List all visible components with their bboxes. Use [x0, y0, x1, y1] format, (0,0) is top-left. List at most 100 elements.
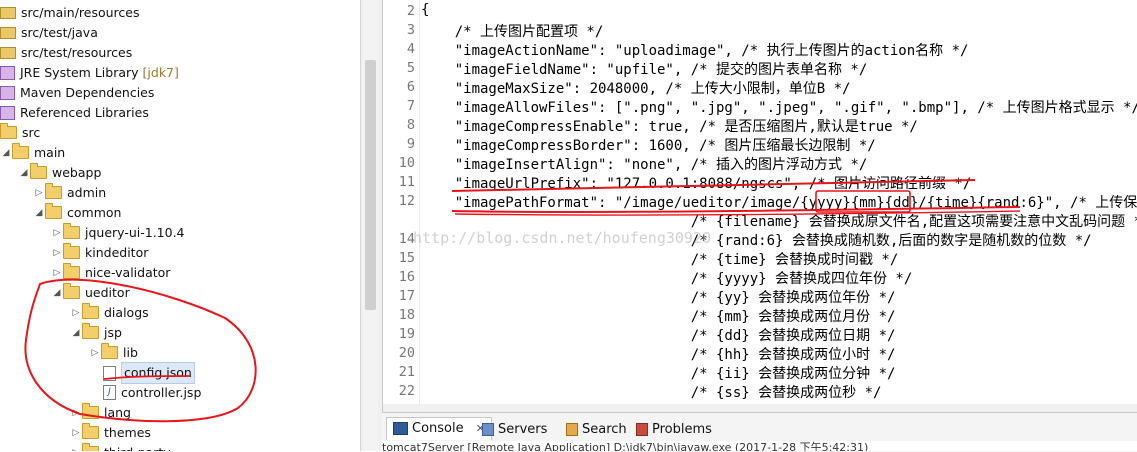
expanded-chevron-icon[interactable]: ◢: [18, 163, 30, 183]
code-line[interactable]: "imageUrlPrefix": "127.0.0.1:8088/ngscs"…: [421, 173, 972, 193]
line-number: 9: [406, 136, 415, 152]
line-number: 10: [398, 155, 415, 171]
code-line[interactable]: "imageCompressEnable": true, /* 是否压缩图片,默…: [421, 116, 918, 136]
line-number: 8: [406, 117, 415, 133]
tree-item-config-json[interactable]: config.json: [103, 362, 195, 384]
expanded-chevron-icon[interactable]: ◢: [0, 143, 12, 163]
code-line[interactable]: {: [421, 2, 429, 18]
tree-item-ueditor[interactable]: ◢ ueditor: [51, 282, 130, 302]
tab-servers[interactable]: Servers: [482, 419, 547, 441]
code-line[interactable]: "imageInsertAlign": "none", /* 插入的图片浮动方式…: [421, 154, 868, 174]
tree-item-admin[interactable]: ▷ admin: [33, 182, 106, 202]
library-icon: [0, 105, 15, 120]
code-line[interactable]: /* {filename} 会替换成原文件名,配置这项需要注意中文乱码问题 */: [421, 211, 1137, 231]
tree-item-dialogs[interactable]: ▷ dialogs: [70, 302, 149, 322]
collapsed-chevron-icon[interactable]: ▷: [51, 223, 63, 243]
expanded-chevron-icon[interactable]: ◢: [51, 283, 63, 303]
collapsed-chevron-icon[interactable]: ▷: [51, 243, 63, 263]
collapsed-chevron-icon[interactable]: ▷: [70, 423, 82, 443]
folder-icon: [63, 243, 80, 259]
folder-icon: [63, 283, 80, 299]
collapsed-chevron-icon[interactable]: ▷: [70, 443, 82, 452]
folder-icon: [82, 403, 99, 419]
editor-horizontal-scrollbar[interactable]: [383, 404, 1137, 412]
tree-item-src-test-java[interactable]: src/test/java: [0, 22, 98, 42]
folder-icon: [63, 263, 80, 279]
line-number: 16: [398, 269, 415, 285]
collapsed-chevron-icon[interactable]: ▷: [89, 343, 101, 363]
code-line[interactable]: /* {yy} 会替换成两位年份 */: [421, 287, 896, 307]
line-number: 21: [398, 364, 415, 380]
code-line[interactable]: /* {time} 会替换成时间戳 */: [421, 249, 899, 269]
collapsed-chevron-icon[interactable]: ▷: [51, 263, 63, 283]
jsp-file-icon: J: [103, 385, 116, 400]
expanded-chevron-icon[interactable]: ◢: [33, 203, 45, 223]
tree-item-nice-validator[interactable]: ▷ nice-validator: [51, 262, 170, 282]
line-number: 11: [398, 174, 415, 190]
expanded-chevron-icon[interactable]: ◢: [70, 323, 82, 343]
package-folder-icon: [0, 26, 16, 39]
console-status-line: tomcat7Server [Remote Java Application] …: [382, 441, 1137, 451]
project-explorer-tree: src/main/resources src/test/java src/tes…: [0, 0, 360, 451]
code-editor[interactable]: 2 3 4 5 6 7 8 9 10 11 12 14 15 16 17 18 19 20 21 22 { /* 上传…: [382, 0, 1137, 412]
code-line[interactable]: "imageCompressBorder": 1600, /* 图片压缩最长边限…: [421, 135, 876, 155]
problems-icon: [636, 423, 648, 436]
collapsed-chevron-icon[interactable]: ▷: [70, 403, 82, 423]
tree-item-jsp[interactable]: ◢ jsp: [70, 322, 122, 342]
line-number: 19: [398, 326, 415, 342]
code-line[interactable]: /* {yyyy} 会替换成四位年份 */: [421, 268, 913, 288]
code-line[interactable]: /* {hh} 会替换成两位小时 */: [421, 344, 896, 364]
tree-item-kindeditor[interactable]: ▷ kindeditor: [51, 242, 148, 262]
search-icon: [566, 423, 578, 436]
tab-console[interactable]: Console ✕: [386, 417, 492, 440]
tree-item-src-main-resources[interactable]: src/main/resources: [0, 2, 139, 22]
console-icon: [393, 422, 408, 435]
line-number: 6: [406, 79, 415, 95]
tree-item-lang[interactable]: ▷ lang: [70, 402, 131, 422]
tree-item-themes[interactable]: ▷ themes: [70, 422, 151, 442]
code-line[interactable]: /* {mm} 会替换成两位月份 */: [421, 306, 896, 326]
code-line[interactable]: "imagePathFormat": "/image/ueditor/image…: [421, 192, 1137, 212]
code-line[interactable]: "imageMaxSize": 2048000, /* 上传大小限制，单位B *…: [421, 78, 851, 98]
tree-item-lib[interactable]: ▷ lib: [89, 342, 138, 362]
tree-item-jquery-ui[interactable]: ▷ jquery-ui-1.10.4: [51, 222, 185, 242]
tree-item-webapp[interactable]: ◢ webapp: [18, 162, 101, 182]
package-folder-icon: [0, 46, 16, 59]
collapsed-chevron-icon[interactable]: ▷: [70, 303, 82, 323]
package-folder-icon: [0, 6, 16, 19]
folder-icon: [63, 223, 80, 239]
folder-icon: [0, 123, 17, 139]
tree-item-referenced-libraries[interactable]: Referenced Libraries: [0, 102, 149, 122]
code-line[interactable]: /* {ii} 会替换成两位分钟 */: [421, 363, 896, 383]
tab-search[interactable]: Search: [566, 419, 627, 441]
code-line[interactable]: /* {dd} 会替换成两位日期 */: [421, 325, 896, 345]
line-number-gutter: 2 3 4 5 6 7 8 9 10 11 12 14 15 16 17 18 19 20 21 22: [383, 0, 420, 412]
line-number: 2: [406, 3, 415, 19]
library-icon: [0, 65, 15, 80]
line-number: 14: [398, 231, 415, 247]
code-line[interactable]: "imageAllowFiles": [".png", ".jpg", ".jp…: [421, 97, 1137, 117]
tab-problems[interactable]: Problems: [636, 419, 712, 441]
code-line[interactable]: /* 上传图片配置项 */: [421, 21, 604, 41]
folder-icon: [82, 323, 99, 339]
tree-item-jre-system-library[interactable]: JRE System Library [jdk7]: [0, 62, 179, 82]
line-number: 20: [398, 345, 415, 361]
line-number: 12: [398, 193, 415, 209]
tree-item-main[interactable]: ◢ main: [0, 142, 65, 162]
code-line[interactable]: "imageActionName": "uploadimage", /* 执行上…: [421, 40, 969, 60]
code-line[interactable]: "imageFieldName": "upfile", /* 提交的图片表单名称…: [421, 59, 868, 79]
library-icon: [0, 85, 15, 100]
tree-item-common[interactable]: ◢ common: [33, 202, 121, 222]
folder-icon: [45, 203, 62, 219]
tree-item-maven-dependencies[interactable]: Maven Dependencies: [0, 82, 154, 102]
tree-item-third-party[interactable]: ▷third-party: [70, 442, 171, 451]
collapsed-chevron-icon[interactable]: ▷: [33, 183, 45, 203]
file-icon: [103, 365, 116, 381]
tree-vertical-scrollbar[interactable]: [363, 0, 378, 451]
line-number: 3: [406, 22, 415, 38]
code-line[interactable]: /* {ss} 会替换成两位秒 */: [421, 382, 882, 402]
tree-item-controller-jsp[interactable]: Jcontroller.jsp: [103, 382, 201, 402]
scrollbar-thumb[interactable]: [365, 60, 376, 310]
tree-item-src[interactable]: src: [0, 122, 40, 142]
tree-item-src-test-resources[interactable]: src/test/resources: [0, 42, 132, 62]
